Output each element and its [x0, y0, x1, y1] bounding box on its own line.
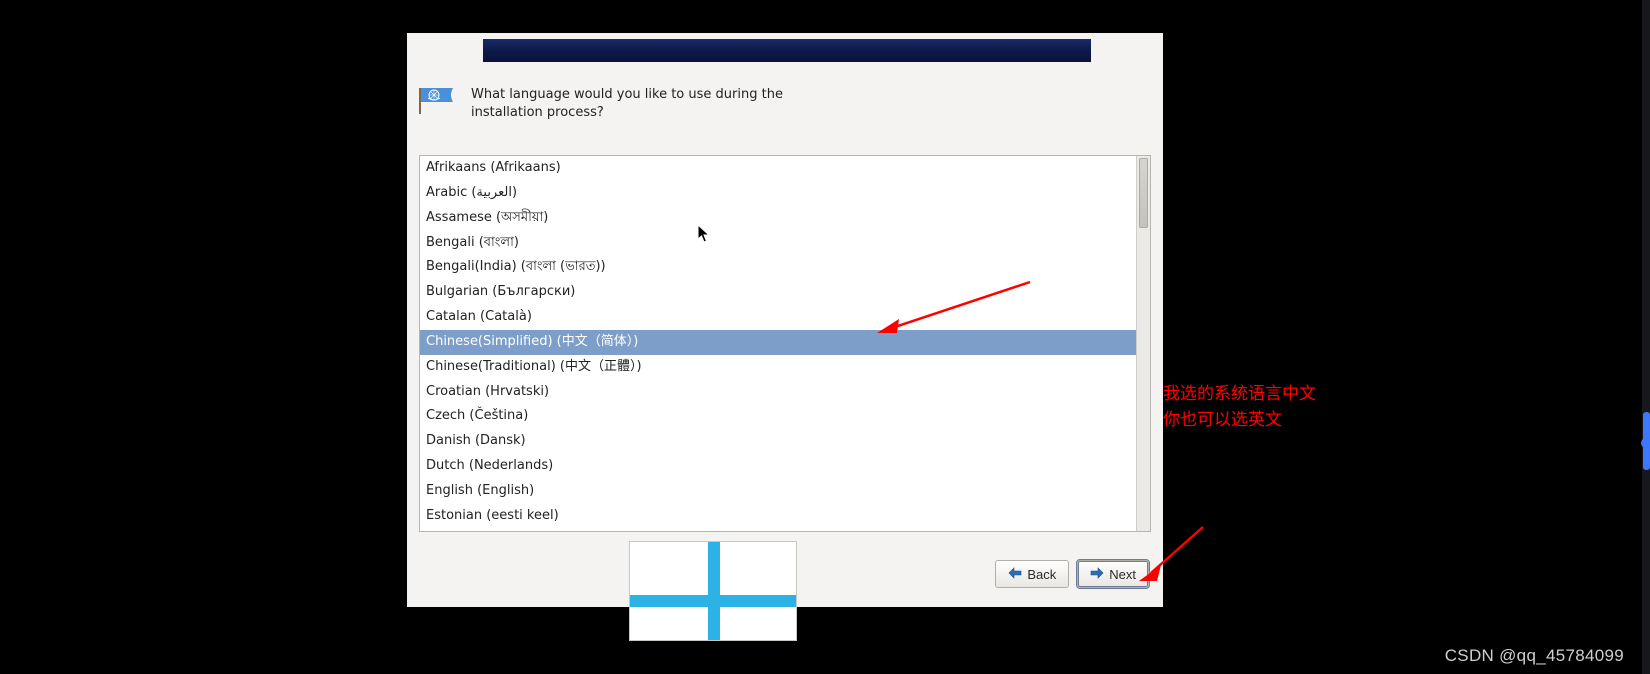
prompt-text: What language would you like to use duri…: [471, 86, 811, 121]
language-item[interactable]: Chinese(Simplified) (中文（简体）): [420, 330, 1136, 355]
prompt-row: What language would you like to use duri…: [419, 86, 811, 121]
arrow-left-icon: [1008, 567, 1022, 582]
language-item[interactable]: Czech (Čeština): [420, 404, 1136, 429]
language-item[interactable]: Bengali (বাংলা): [420, 231, 1136, 256]
annotation-text: 我选的系统语言中文 你也可以选英文: [1163, 381, 1316, 434]
language-list: Afrikaans (Afrikaans)Arabic (العربية)Ass…: [419, 155, 1151, 532]
installer-window: What language would you like to use duri…: [407, 33, 1163, 607]
language-item[interactable]: Bengali(India) (বাংলা (ভারত)): [420, 255, 1136, 280]
language-item[interactable]: Assamese (অসমীয়া): [420, 206, 1136, 231]
language-item[interactable]: Finnish (suomi): [420, 529, 1136, 531]
annotation-line-2: 你也可以选英文: [1163, 407, 1316, 433]
language-item[interactable]: Chinese(Traditional) (中文（正體）): [420, 355, 1136, 380]
list-scrollbar-thumb[interactable]: [1139, 158, 1148, 228]
page-scrollbar-thumb[interactable]: [1643, 412, 1650, 470]
list-scrollbar[interactable]: [1136, 156, 1150, 531]
decorative-plus-overlay: [629, 541, 797, 641]
page-scrollbar[interactable]: [1642, 0, 1650, 674]
language-item[interactable]: Dutch (Nederlands): [420, 454, 1136, 479]
language-list-scroll[interactable]: Afrikaans (Afrikaans)Arabic (العربية)Ass…: [420, 156, 1136, 531]
watermark: CSDN @qq_45784099: [1445, 646, 1624, 666]
language-item[interactable]: Catalan (Català): [420, 305, 1136, 330]
arrow-right-icon: [1090, 567, 1104, 582]
annotation-line-1: 我选的系统语言中文: [1163, 381, 1316, 407]
back-button-label: Back: [1027, 567, 1056, 582]
back-button[interactable]: Back: [995, 560, 1069, 588]
language-item[interactable]: Estonian (eesti keel): [420, 504, 1136, 529]
language-item[interactable]: Afrikaans (Afrikaans): [420, 156, 1136, 181]
language-item[interactable]: English (English): [420, 479, 1136, 504]
un-flag-icon: [419, 86, 455, 114]
next-button[interactable]: Next: [1077, 560, 1149, 588]
next-button-label: Next: [1109, 567, 1136, 582]
language-item[interactable]: Bulgarian (Български): [420, 280, 1136, 305]
header-banner: [483, 39, 1091, 62]
language-item[interactable]: Croatian (Hrvatski): [420, 380, 1136, 405]
language-item[interactable]: Arabic (العربية): [420, 181, 1136, 206]
language-item[interactable]: Danish (Dansk): [420, 429, 1136, 454]
